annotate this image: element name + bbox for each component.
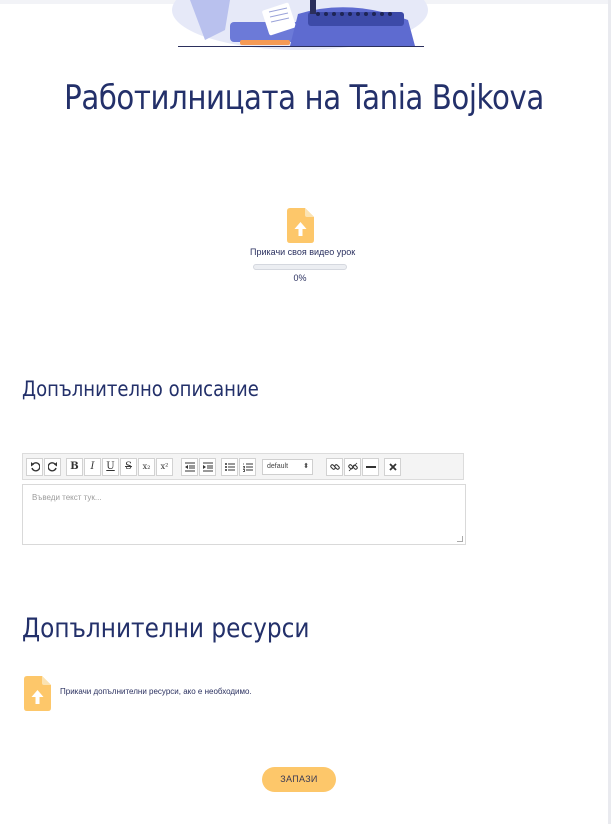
unlink-icon[interactable] (344, 458, 361, 476)
page-title: Работилницата на Tania Bojkova (64, 78, 544, 118)
upload-progress-bar (253, 264, 347, 270)
select-caret-icon: ⬍ (303, 463, 309, 470)
outdent-icon[interactable] (181, 458, 198, 476)
editor-toolbar: B I U S x₂ x² default ⬍ (22, 453, 464, 480)
resize-handle[interactable] (457, 536, 463, 542)
italic-button[interactable]: I (84, 458, 101, 476)
indent-icon[interactable] (199, 458, 216, 476)
subscript-button[interactable]: x₂ (138, 458, 155, 476)
resources-heading: Допълнителни ресурси (22, 613, 310, 644)
file-upload-icon[interactable] (24, 676, 51, 711)
undo-icon[interactable] (26, 458, 43, 476)
upload-progress-text: 0% (293, 273, 307, 283)
horizontal-rule-icon[interactable] (362, 458, 379, 476)
strikethrough-button[interactable]: S (120, 458, 137, 476)
save-button[interactable]: ЗАПАЗИ (262, 767, 336, 792)
file-upload-icon[interactable] (286, 208, 314, 243)
video-upload[interactable]: Прикачи своя видео урок (250, 208, 356, 257)
underline-button[interactable]: U (102, 458, 119, 476)
bold-button[interactable]: B (66, 458, 83, 476)
clear-format-icon[interactable] (384, 458, 401, 476)
description-editor[interactable]: Въведи текст тук... (22, 484, 466, 545)
font-size-select-value: default (267, 463, 289, 470)
description-heading: Допълнително описание (22, 377, 259, 401)
editor-placeholder: Въведи текст тук... (32, 493, 102, 502)
resources-upload[interactable] (24, 676, 51, 716)
redo-icon[interactable] (44, 458, 61, 476)
superscript-button[interactable]: x² (156, 458, 173, 476)
header-illustration (170, 0, 430, 50)
resources-upload-label: Прикачи допълнителни ресурси, ако е необ… (60, 687, 252, 696)
video-upload-label: Прикачи своя видео урок (250, 247, 356, 257)
numbered-list-icon[interactable] (239, 458, 256, 476)
link-icon[interactable] (326, 458, 343, 476)
bullet-list-icon[interactable] (221, 458, 238, 476)
font-size-select[interactable]: default ⬍ (262, 459, 313, 475)
